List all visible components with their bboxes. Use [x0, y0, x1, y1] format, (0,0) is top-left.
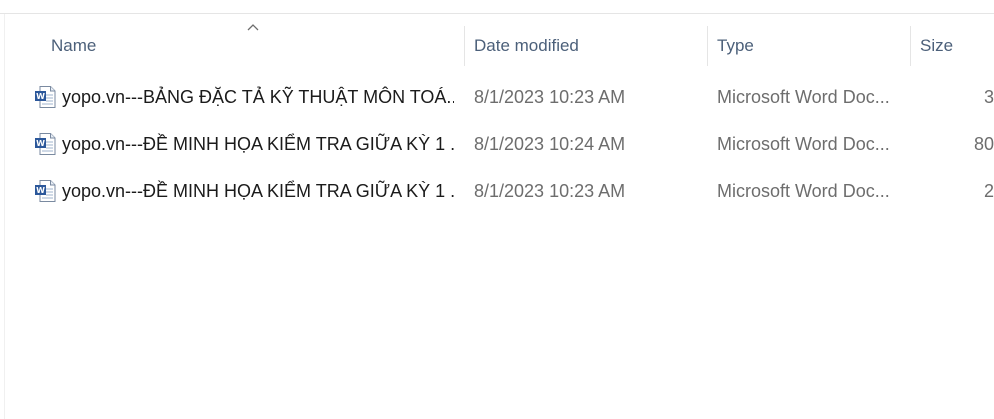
column-separator[interactable]: [707, 26, 708, 66]
file-name[interactable]: yopo.vn---ĐỀ MINH HỌA KIỂM TRA GIỮA KỲ 1…: [62, 122, 454, 166]
left-divider: [4, 14, 5, 419]
file-type: Microsoft Word Doc...: [717, 87, 890, 107]
svg-text:W: W: [36, 186, 45, 195]
word-document-icon: W: [35, 86, 56, 108]
column-header-date-modified[interactable]: Date modified: [474, 24, 699, 68]
column-separator[interactable]: [910, 26, 911, 66]
file-name[interactable]: yopo.vn---ĐỀ MINH HỌA KIỂM TRA GIỮA KỲ 1…: [62, 169, 454, 213]
column-header-type[interactable]: Type: [717, 24, 902, 68]
file-explorer-list-view: Name Date modified Type Size W yopo.vn--…: [0, 0, 994, 419]
svg-text:W: W: [36, 139, 45, 148]
file-name[interactable]: yopo.vn---BẢNG ĐẶC TẢ KỸ THUẬT MÔN TOÁ..…: [62, 75, 454, 119]
file-row[interactable]: W yopo.vn---BẢNG ĐẶC TẢ KỸ THUẬT MÔN TOÁ…: [24, 75, 994, 119]
top-divider: [0, 13, 994, 14]
column-header-row: Name Date modified Type Size: [0, 24, 994, 68]
word-document-icon: W: [35, 180, 56, 202]
column-separator[interactable]: [464, 26, 465, 66]
file-row[interactable]: W yopo.vn---ĐỀ MINH HỌA KIỂM TRA GIỮA KỲ…: [24, 169, 994, 213]
column-header-size[interactable]: Size: [920, 24, 994, 68]
column-header-name[interactable]: Name: [51, 24, 451, 68]
file-type: Microsoft Word Doc...: [717, 134, 890, 154]
file-date-modified: 8/1/2023 10:24 AM: [474, 134, 626, 154]
word-document-icon: W: [35, 133, 56, 155]
file-date-modified: 8/1/2023 10:23 AM: [474, 181, 626, 201]
file-size: 3: [983, 87, 994, 107]
file-type: Microsoft Word Doc...: [717, 181, 890, 201]
svg-text:W: W: [36, 92, 45, 101]
file-row[interactable]: W yopo.vn---ĐỀ MINH HỌA KIỂM TRA GIỮA KỲ…: [24, 122, 994, 166]
file-size: 80: [973, 134, 994, 154]
file-date-modified: 8/1/2023 10:23 AM: [474, 87, 626, 107]
file-size: 2: [983, 181, 994, 201]
